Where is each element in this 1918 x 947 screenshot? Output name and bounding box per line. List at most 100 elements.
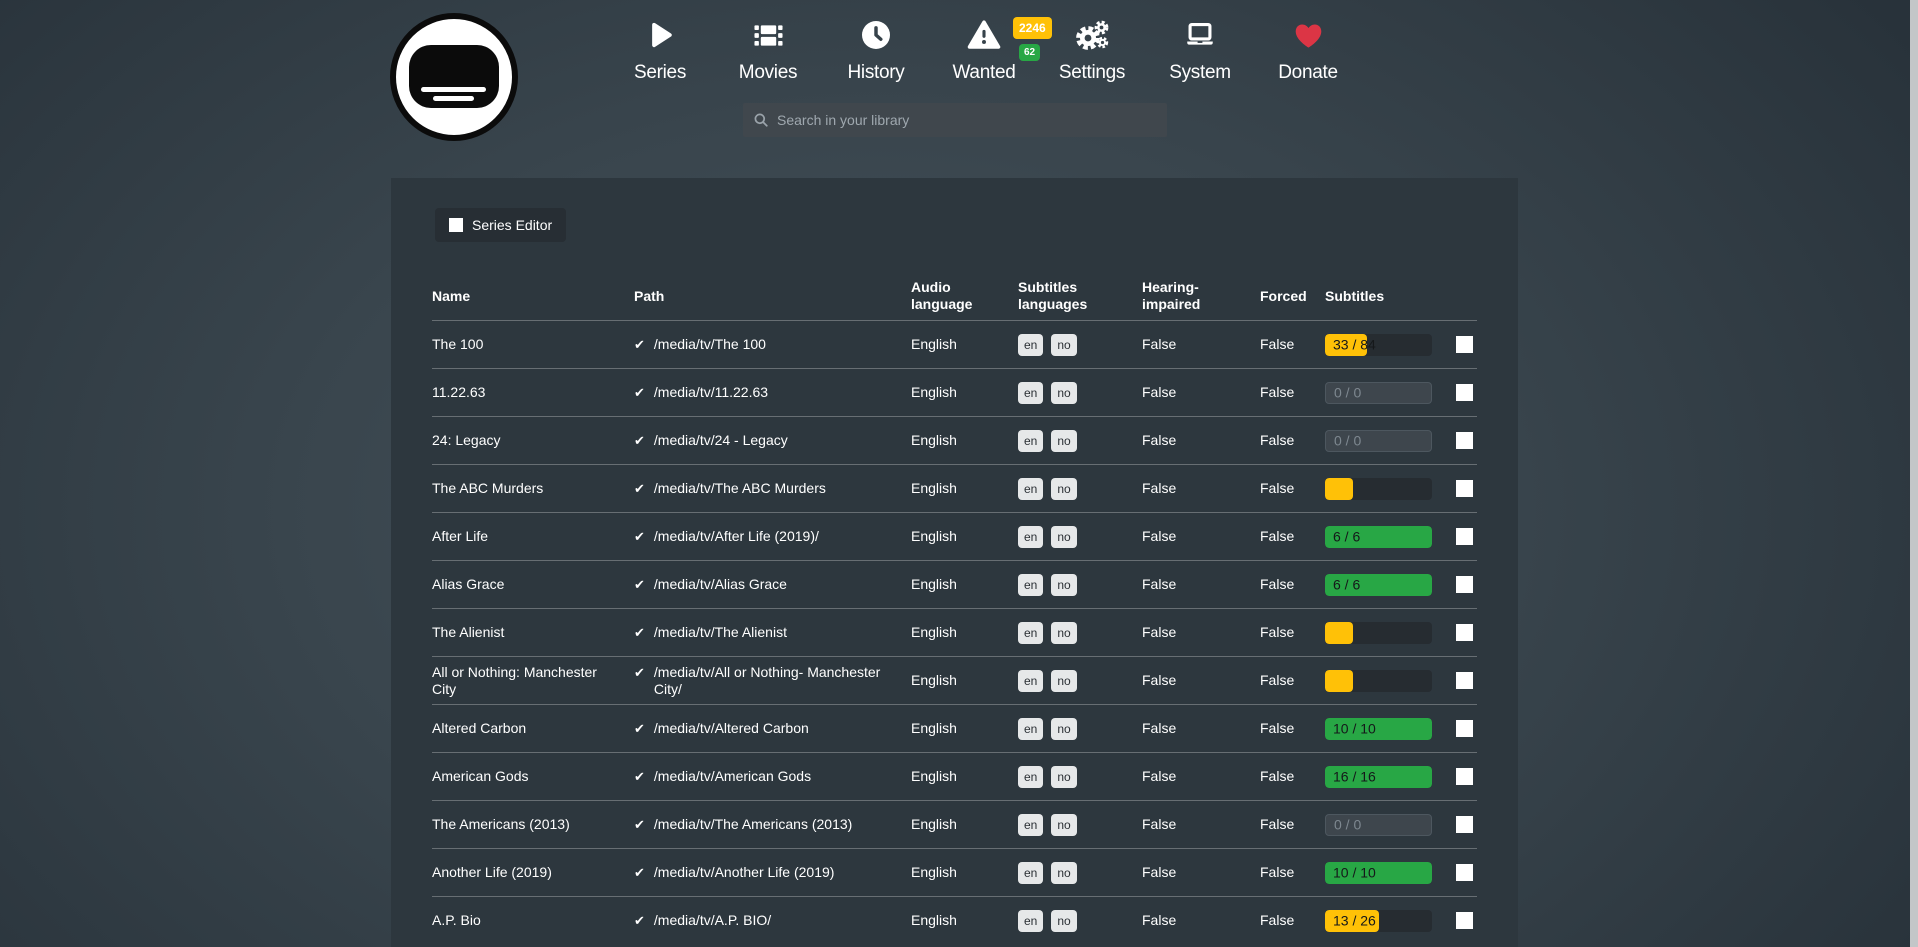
series-name: 24: Legacy <box>432 432 634 449</box>
series-name: All or Nothing: Manchester City <box>432 664 634 698</box>
series-editor-button[interactable]: Series Editor <box>435 208 566 242</box>
wrench-icon[interactable] <box>1456 816 1473 833</box>
path-valid-check-icon: ✔ <box>634 528 645 545</box>
series-path-cell: ✔ /media/tv/The Alienist <box>634 624 911 641</box>
audio-language: English <box>911 384 1018 401</box>
wrench-icon[interactable] <box>1456 576 1473 593</box>
language-badge: no <box>1051 574 1076 596</box>
nav-label: Settings <box>1038 60 1146 86</box>
series-row: The ABC Murders ✔ /media/tv/The ABC Murd… <box>432 464 1477 512</box>
wrench-icon[interactable] <box>1456 864 1473 881</box>
forced-value: False <box>1260 720 1325 737</box>
series-name: The 100 <box>432 336 634 353</box>
subtitles-languages: enno <box>1018 478 1142 500</box>
path-valid-check-icon: ✔ <box>634 576 645 593</box>
language-badge: en <box>1018 334 1043 356</box>
series-path-cell: ✔ /media/tv/The Americans (2013) <box>634 816 911 833</box>
path-valid-check-icon: ✔ <box>634 768 645 785</box>
wrench-icon[interactable] <box>1456 912 1473 929</box>
wrench-icon[interactable] <box>1456 672 1473 689</box>
nav-item-system[interactable]: System <box>1146 10 1254 86</box>
series-name: 11.22.63 <box>432 384 634 401</box>
series-path: /media/tv/The 100 <box>654 336 766 353</box>
wanted-movies-badge: 62 <box>1019 44 1040 61</box>
path-valid-check-icon: ✔ <box>634 384 645 401</box>
subtitles-count: 6 / 6 <box>1333 528 1360 545</box>
language-badge: no <box>1051 718 1076 740</box>
row-actions <box>1432 720 1477 737</box>
audio-language: English <box>911 816 1018 833</box>
subtitles-languages: enno <box>1018 718 1142 740</box>
nav-item-donate[interactable]: Donate <box>1254 10 1362 86</box>
subtitles-cell: 0 / 0 <box>1325 430 1432 452</box>
subtitles-languages: enno <box>1018 670 1142 692</box>
search-input[interactable] <box>777 112 1167 128</box>
wrench-icon[interactable] <box>1456 528 1473 545</box>
series-path-cell: ✔ /media/tv/Alias Grace <box>634 576 911 593</box>
subtitles-progress: 0 / 0 <box>1325 430 1432 452</box>
language-badge: en <box>1018 766 1043 788</box>
subtitles-progress: 0 / 0 <box>1325 382 1432 404</box>
subtitles-languages: enno <box>1018 430 1142 452</box>
series-name: The Americans (2013) <box>432 816 634 833</box>
subtitles-cell: 0 / 0 <box>1325 814 1432 836</box>
subtitles-cell: 0 / 0 <box>1325 382 1432 404</box>
subtitles-languages: enno <box>1018 910 1142 932</box>
play-icon <box>606 10 714 60</box>
language-badge: no <box>1051 670 1076 692</box>
tv-screen-icon <box>409 45 499 109</box>
hearing-impaired-value: False <box>1142 768 1260 785</box>
series-name: Another Life (2019) <box>432 864 634 881</box>
subtitles-progress: 33 / 84 <box>1325 334 1432 356</box>
series-path-cell: ✔ /media/tv/The ABC Murders <box>634 480 911 497</box>
nav-item-history[interactable]: History <box>822 10 930 86</box>
row-actions <box>1432 816 1477 833</box>
wrench-icon[interactable] <box>1456 432 1473 449</box>
nav-item-movies[interactable]: Movies <box>714 10 822 86</box>
subtitles-cell: 13 / 26 <box>1325 910 1432 932</box>
wrench-icon <box>449 218 463 232</box>
path-valid-check-icon: ✔ <box>634 816 645 833</box>
language-badge: no <box>1051 862 1076 884</box>
nav-item-series[interactable]: Series <box>606 10 714 86</box>
audio-language: English <box>911 720 1018 737</box>
subtitles-count: 10 / 10 <box>1333 864 1376 881</box>
forced-value: False <box>1260 432 1325 449</box>
series-row: The Americans (2013) ✔ /media/tv/The Ame… <box>432 800 1477 848</box>
hearing-impaired-value: False <box>1142 912 1260 929</box>
audio-language: English <box>911 432 1018 449</box>
series-path: /media/tv/Another Life (2019) <box>654 864 835 881</box>
nav-item-wanted[interactable]: 2246 62 Wanted <box>930 10 1038 86</box>
col-header-path: Path <box>634 288 911 305</box>
hearing-impaired-value: False <box>1142 576 1260 593</box>
hearing-impaired-value: False <box>1142 384 1260 401</box>
subtitles-progress: 6 / 6 <box>1325 526 1432 548</box>
hearing-impaired-value: False <box>1142 624 1260 641</box>
subtitles-languages: enno <box>1018 766 1142 788</box>
series-path: /media/tv/After Life (2019)/ <box>654 528 819 545</box>
wrench-icon[interactable] <box>1456 480 1473 497</box>
wrench-icon[interactable] <box>1456 768 1473 785</box>
subtitles-count: 0 / 0 <box>1334 384 1361 401</box>
clock-icon <box>822 10 930 60</box>
subtitles-progress: 16 / 16 <box>1325 766 1432 788</box>
bazarr-logo[interactable] <box>390 13 518 141</box>
wrench-icon[interactable] <box>1456 384 1473 401</box>
row-actions <box>1432 384 1477 401</box>
series-path: /media/tv/The Americans (2013) <box>654 816 852 833</box>
path-valid-check-icon: ✔ <box>634 912 645 929</box>
series-path: /media/tv/The ABC Murders <box>654 480 826 497</box>
wrench-icon[interactable] <box>1456 336 1473 353</box>
col-header-audio-language: Audio language <box>911 279 1018 313</box>
subtitles-languages: enno <box>1018 814 1142 836</box>
wrench-icon[interactable] <box>1456 720 1473 737</box>
nav-item-settings[interactable]: Settings <box>1038 10 1146 86</box>
nav-label: Wanted <box>930 60 1038 86</box>
language-badge: no <box>1051 766 1076 788</box>
page-scrollbar[interactable] <box>1910 0 1918 947</box>
nav-label: Donate <box>1254 60 1362 86</box>
subtitles-cell: 10 / 10 <box>1325 862 1432 884</box>
wrench-icon[interactable] <box>1456 624 1473 641</box>
audio-language: English <box>911 576 1018 593</box>
language-badge: no <box>1051 382 1076 404</box>
